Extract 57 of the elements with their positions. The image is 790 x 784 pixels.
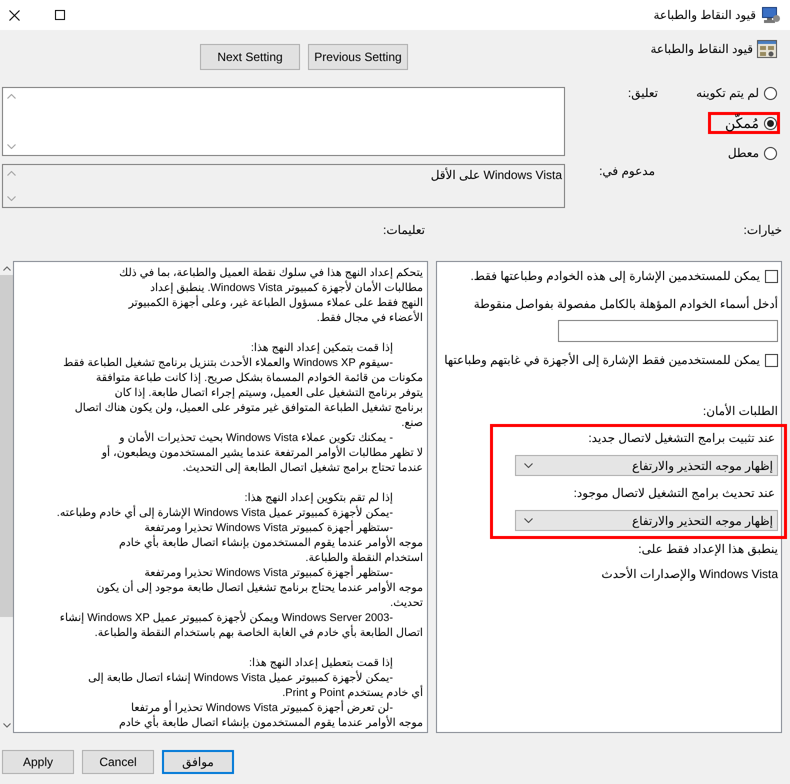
dropdown[interactable]: إظهار موجه التحذير والارتفاع [515,510,778,531]
help-heading: إذا لم تقم بتكوين إعداد النهج هذا: [244,491,393,506]
scroll-up-icon [7,171,16,176]
help-bullet: -سيقوم Windows XP والعملاء الأحدث بتنزيل برنامج تشغيل الطباعة فقط مكونات من قائمة الخوادم المسماة بشكل صريح. إذا كانت طباعة متوافقة يتوفر برنامج التشغيل على العميل، وسيتم إجراء اتصال طابعة. إذا كان برنامج تشغيل الطباعة المتوافق غير متوفر على العميل، ولن يكون هناك اتصال صنع. [63,356,423,430]
monitor-icon [762,7,780,23]
help-label: تعليمات: [383,222,425,239]
options-label: خيارات: [744,222,782,239]
help-bullet: -يمكن لأجهزة كمبيوتر عميل Windows Vista الإشارة إلى أي خادم وطباعته. [56,506,394,520]
cancel-button[interactable]: Cancel [82,750,154,774]
radio-label[interactable]: معطل [728,145,759,161]
window-title: قيود النقاط والطباعة [653,7,756,23]
help-paragraph: يتحكم إعداد النهج هذا في سلوك نقطة العميل والطباعة، بما في ذلك مطالبات الأمان لأجهزة كمبيوتر Windows Vista. ينطبق إعداد النهج فقط على عملاء مسؤول الطباعة غير، وعلى أجهزة الكمبيوتر الأعضاء في مجال فقط. [119,266,423,326]
maximize-icon [55,10,65,20]
help-heading: إذا قمت بتعطيل إعداد النهج هذا: [248,656,393,670]
help-bullet: -ستظهر أجهزة كمبيوتر Windows Vista تحذيرا ومرتفعة موجه الأوامر عندما يحتاج برنامج تشغيل اتصال طابعة موجود إلى أن يكون تحديث. [96,566,423,610]
radio-button[interactable] [764,116,777,130]
radio-label[interactable]: مُمكّن [725,115,759,131]
help-bullet: - يمكنك تكوين عملاء Windows Vista بحيث تحذيرات الأمان و لا تظهر مطالبات الأوامر المرتفعة عندما يشير المستخدمون ويطبعون، أو عندما تحتاج برامج تشغيل اتصال الطابعة إلى التحديث. [102,431,423,476]
checkbox-label[interactable]: يمكن للمستخدمين الإشارة إلى هذه الخوادم وطباعتها فقط. [470,268,760,284]
scroll-up-icon[interactable] [2,266,10,271]
radio-label[interactable]: لم يتم تكوينه [696,85,759,101]
input-field[interactable] [558,320,778,342]
supported-on-label: مدعوم في: [599,163,655,179]
ok-button[interactable]: موافق [162,750,234,774]
apply-button[interactable]: Apply [2,750,74,774]
applies-to-label: ينطبق هذا الإعداد فقط على: [638,541,778,557]
applies-to-value: Windows Vista والإصدارات الأحدث [601,566,778,582]
dropdown-label: عند تحديث برامج التشغيل لاتصال موجود: [574,485,775,501]
radio-button[interactable] [764,86,777,100]
scrollbar-thumb[interactable] [0,275,13,617]
chevron-down-icon [524,463,533,468]
help-bullet: -Windows Server 2003 ويمكن لأجهزة كمبيوتر عميل Windows XP إنشاء اتصال الطابعة بأي خادم في الغابة الخاصة بهم باستخدام النقطة والطباعة. [60,611,423,641]
window-icon [757,40,777,58]
help-bullet: -ستظهر أجهزة كمبيوتر Windows Vista تحذيرا ومرتفعة موجه الأوامر عندما يقوم المستخدمون بإنشاء اتصال طابعة بأي خادم استخدام النقطة والطباعة. [119,521,423,565]
supported-on-value: Windows Vista على الأقل [430,167,562,183]
radio-button[interactable] [764,146,777,160]
help-bullet: -لن تعرض أجهزة كمبيوتر Windows Vista تحذيرا أو مرتفعا موجه الأوامر عندما يقوم المستخدمون بإنشاء اتصال طابعة بأي خادم [119,701,423,731]
help-heading: إذا قمت بتمكين إعداد النهج هذا: [250,341,393,356]
dropdown[interactable]: إظهار موجه التحذير والارتفاع [515,455,778,476]
comment-label: تعليق: [628,85,658,101]
scroll-down-icon [7,196,16,201]
scroll-up-icon [7,94,16,99]
field-label: أدخل أسماء الخوادم المؤهلة بالكامل مفصولة بفواصل منقوطة [474,296,778,312]
section-heading: الطلبات الأمان: [702,403,778,419]
checkbox[interactable] [765,354,778,366]
dropdown-label: عند تثبيت برامج التشغيل لاتصال جديد: [588,430,775,446]
help-bullet: -يمكن لأجهزة كمبيوتر عميل Windows Vista إنشاء اتصال طابعة إلى أي خادم يستخدم Point و Print. [88,671,423,700]
previous-setting-button[interactable]: Previous Setting [308,44,408,70]
checkbox[interactable] [765,270,778,282]
close-icon [8,10,20,20]
checkbox-label[interactable]: يمكن للمستخدمين فقط الإشارة إلى الأجهزة في غابتهم وطباعتها [444,352,760,368]
comment-field[interactable] [2,87,565,156]
policy-title: قيود النقاط والطباعة [650,41,753,57]
scroll-down-icon[interactable] [2,723,10,728]
chevron-down-icon [524,518,533,523]
scroll-down-icon [7,144,16,149]
next-setting-button[interactable]: Next Setting [200,44,300,70]
